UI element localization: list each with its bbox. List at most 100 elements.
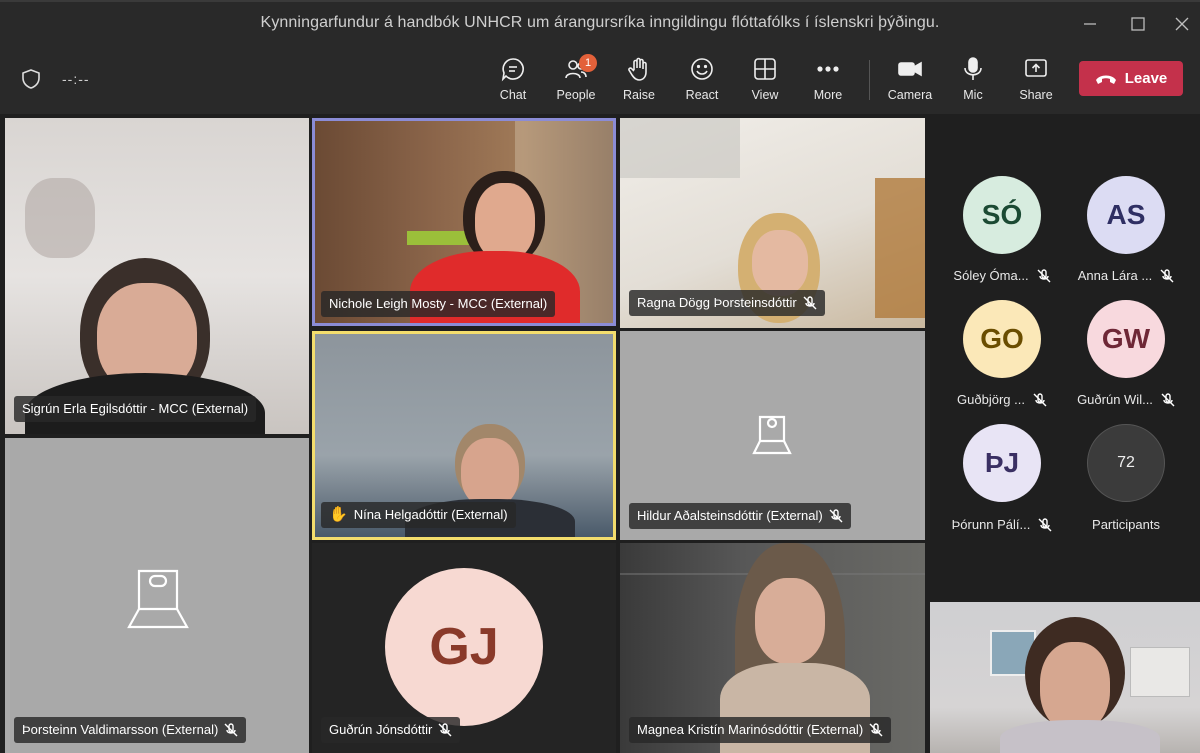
people-button[interactable]: 1 People [545,54,607,108]
share-button[interactable]: Share [1005,56,1067,108]
avatar-initials: GJ [429,618,499,676]
participant-name-row: Þórunn Pálí... [942,517,1062,532]
background-ceiling [620,118,740,178]
participant-name-row: Guðbjörg ... [942,392,1062,407]
maximize-button[interactable] [1118,10,1158,38]
participant-name: Þórunn Pálí... [951,517,1031,532]
participant-name-tag: Ragna Dögg Þorsteinsdóttir [629,290,825,316]
mic-off-icon [438,723,452,737]
avatar-initials: GW [1101,323,1151,354]
participant-name: Nichole Leigh Mosty - MCC (External) [329,296,548,311]
mic-off-icon [1037,268,1051,282]
participant-name: Nína Helgadóttir (External) [353,507,508,522]
participant-name-tag: Þorsteinn Valdimarsson (External) [14,717,247,743]
participants-label-row: Participants [1066,517,1186,532]
participant-name-tag: Nichole Leigh Mosty - MCC (External) [321,291,556,317]
more-button[interactable]: More [797,56,859,108]
chat-button[interactable]: Chat [482,56,544,108]
mic-button[interactable]: Mic [942,56,1004,108]
video-tile-sigrun[interactable]: Sigrún Erla Egilsdóttir - MCC (External) [5,118,309,434]
participant-name-tag: Guðrún Jónsdóttir [321,717,461,743]
raised-hand-icon: ✋ [329,506,348,523]
maximize-icon [1131,17,1145,31]
minimize-button[interactable] [1070,10,1110,38]
background-door [875,178,925,318]
participant-body [1000,720,1160,753]
mic-off-icon [1161,392,1175,406]
participant-name: Guðbjörg ... [957,392,1025,407]
background-object [25,178,95,258]
participant-name: Magnea Kristín Marinósdóttir (External) [637,722,864,737]
react-label: React [685,88,719,102]
participant-name-row: Guðrún Wil... [1066,392,1186,407]
participant-face [752,230,808,296]
title-bar: Kynningarfundur á handbók UNHCR um árang… [0,0,1200,44]
mic-off-icon [869,723,883,737]
share-label: Share [1019,88,1053,102]
participant-name: Sigrún Erla Egilsdóttir - MCC (External) [22,401,249,416]
video-tile-gudrun[interactable]: GJ Guðrún Jónsdóttir [312,543,616,753]
video-tile-nina-raised-hand[interactable]: ✋ Nína Helgadóttir (External) [312,331,616,540]
grid-icon [754,58,776,80]
participant-name: Sóley Óma... [953,268,1029,283]
close-button[interactable] [1162,10,1200,38]
mic-off-icon [1038,517,1052,531]
raise-hand-button[interactable]: Raise [608,56,670,108]
participant-count: 72 [1117,454,1135,471]
video-tile-nichole-active-speaker[interactable]: Nichole Leigh Mosty - MCC (External) [312,118,616,326]
camera-button[interactable]: Camera [879,56,941,108]
participant-avatar[interactable]: AS [1087,176,1165,254]
camera-label: Camera [887,88,933,102]
participant-name-row: Anna Lára ... [1066,268,1186,283]
chat-icon [501,58,524,82]
more-participants-button[interactable]: 72 [1087,424,1165,502]
participant-name: Ragna Dögg Þorsteinsdóttir [637,295,797,310]
meeting-timer: --:-- [62,71,90,87]
share-screen-icon [1025,59,1047,77]
mic-off-icon [1160,268,1174,282]
meeting-toolbar: --:-- Chat 1 People Raise React View Mor… [0,44,1200,114]
view-button[interactable]: View [734,56,796,108]
participant-face [475,183,535,261]
participant-avatar[interactable]: SÓ [963,176,1041,254]
chat-label: Chat [499,88,527,102]
more-dots-icon [817,66,839,72]
participant-avatar[interactable]: ÞJ [963,424,1041,502]
participants-label: Participants [1092,517,1160,532]
minimize-icon [1084,23,1096,25]
mic-off-icon [224,723,238,737]
mic-off-icon [1033,392,1047,406]
mic-off-icon [803,296,817,310]
avatar-initials: SÓ [981,199,1023,230]
hand-icon [628,57,647,81]
leave-label: Leave [1124,70,1168,87]
camera-off-placeholder-icon [127,569,189,629]
close-icon [1175,17,1189,31]
video-tile-thorsteinn[interactable]: Þorsteinn Valdimarsson (External) [5,438,309,753]
participant-avatar[interactable]: GW [1087,300,1165,378]
participant-face [461,438,519,508]
view-label: View [751,88,779,102]
more-label: More [813,88,843,102]
video-tile-ragna[interactable]: Ragna Dögg Þorsteinsdóttir [620,118,925,328]
hang-up-icon [1095,75,1116,84]
participant-name-tag: ✋ Nína Helgadóttir (External) [321,502,516,528]
participant-name: Hildur Aðalsteinsdóttir (External) [637,508,823,523]
mic-label: Mic [963,88,983,102]
participant-avatar[interactable]: GO [963,300,1041,378]
smiley-icon [691,58,713,80]
shield-icon[interactable] [20,68,42,90]
self-view-tile[interactable] [930,602,1200,753]
participant-name-tag: Magnea Kristín Marinósdóttir (External) [629,717,892,743]
react-button[interactable]: React [671,56,733,108]
avatar-initials: AS [1106,199,1146,230]
participant-name-tag: Hildur Aðalsteinsdóttir (External) [629,503,851,529]
video-tile-magnea[interactable]: Magnea Kristín Marinósdóttir (External) [620,543,925,753]
mic-off-icon [829,509,843,523]
toolbar-divider [869,60,870,100]
avatar-initials: ÞJ [984,447,1020,478]
participant-face [1040,642,1110,732]
video-tile-hildur[interactable]: Hildur Aðalsteinsdóttir (External) [620,331,925,540]
leave-button[interactable]: Leave [1079,61,1183,96]
participant-name: Þorsteinn Valdimarsson (External) [22,722,219,737]
